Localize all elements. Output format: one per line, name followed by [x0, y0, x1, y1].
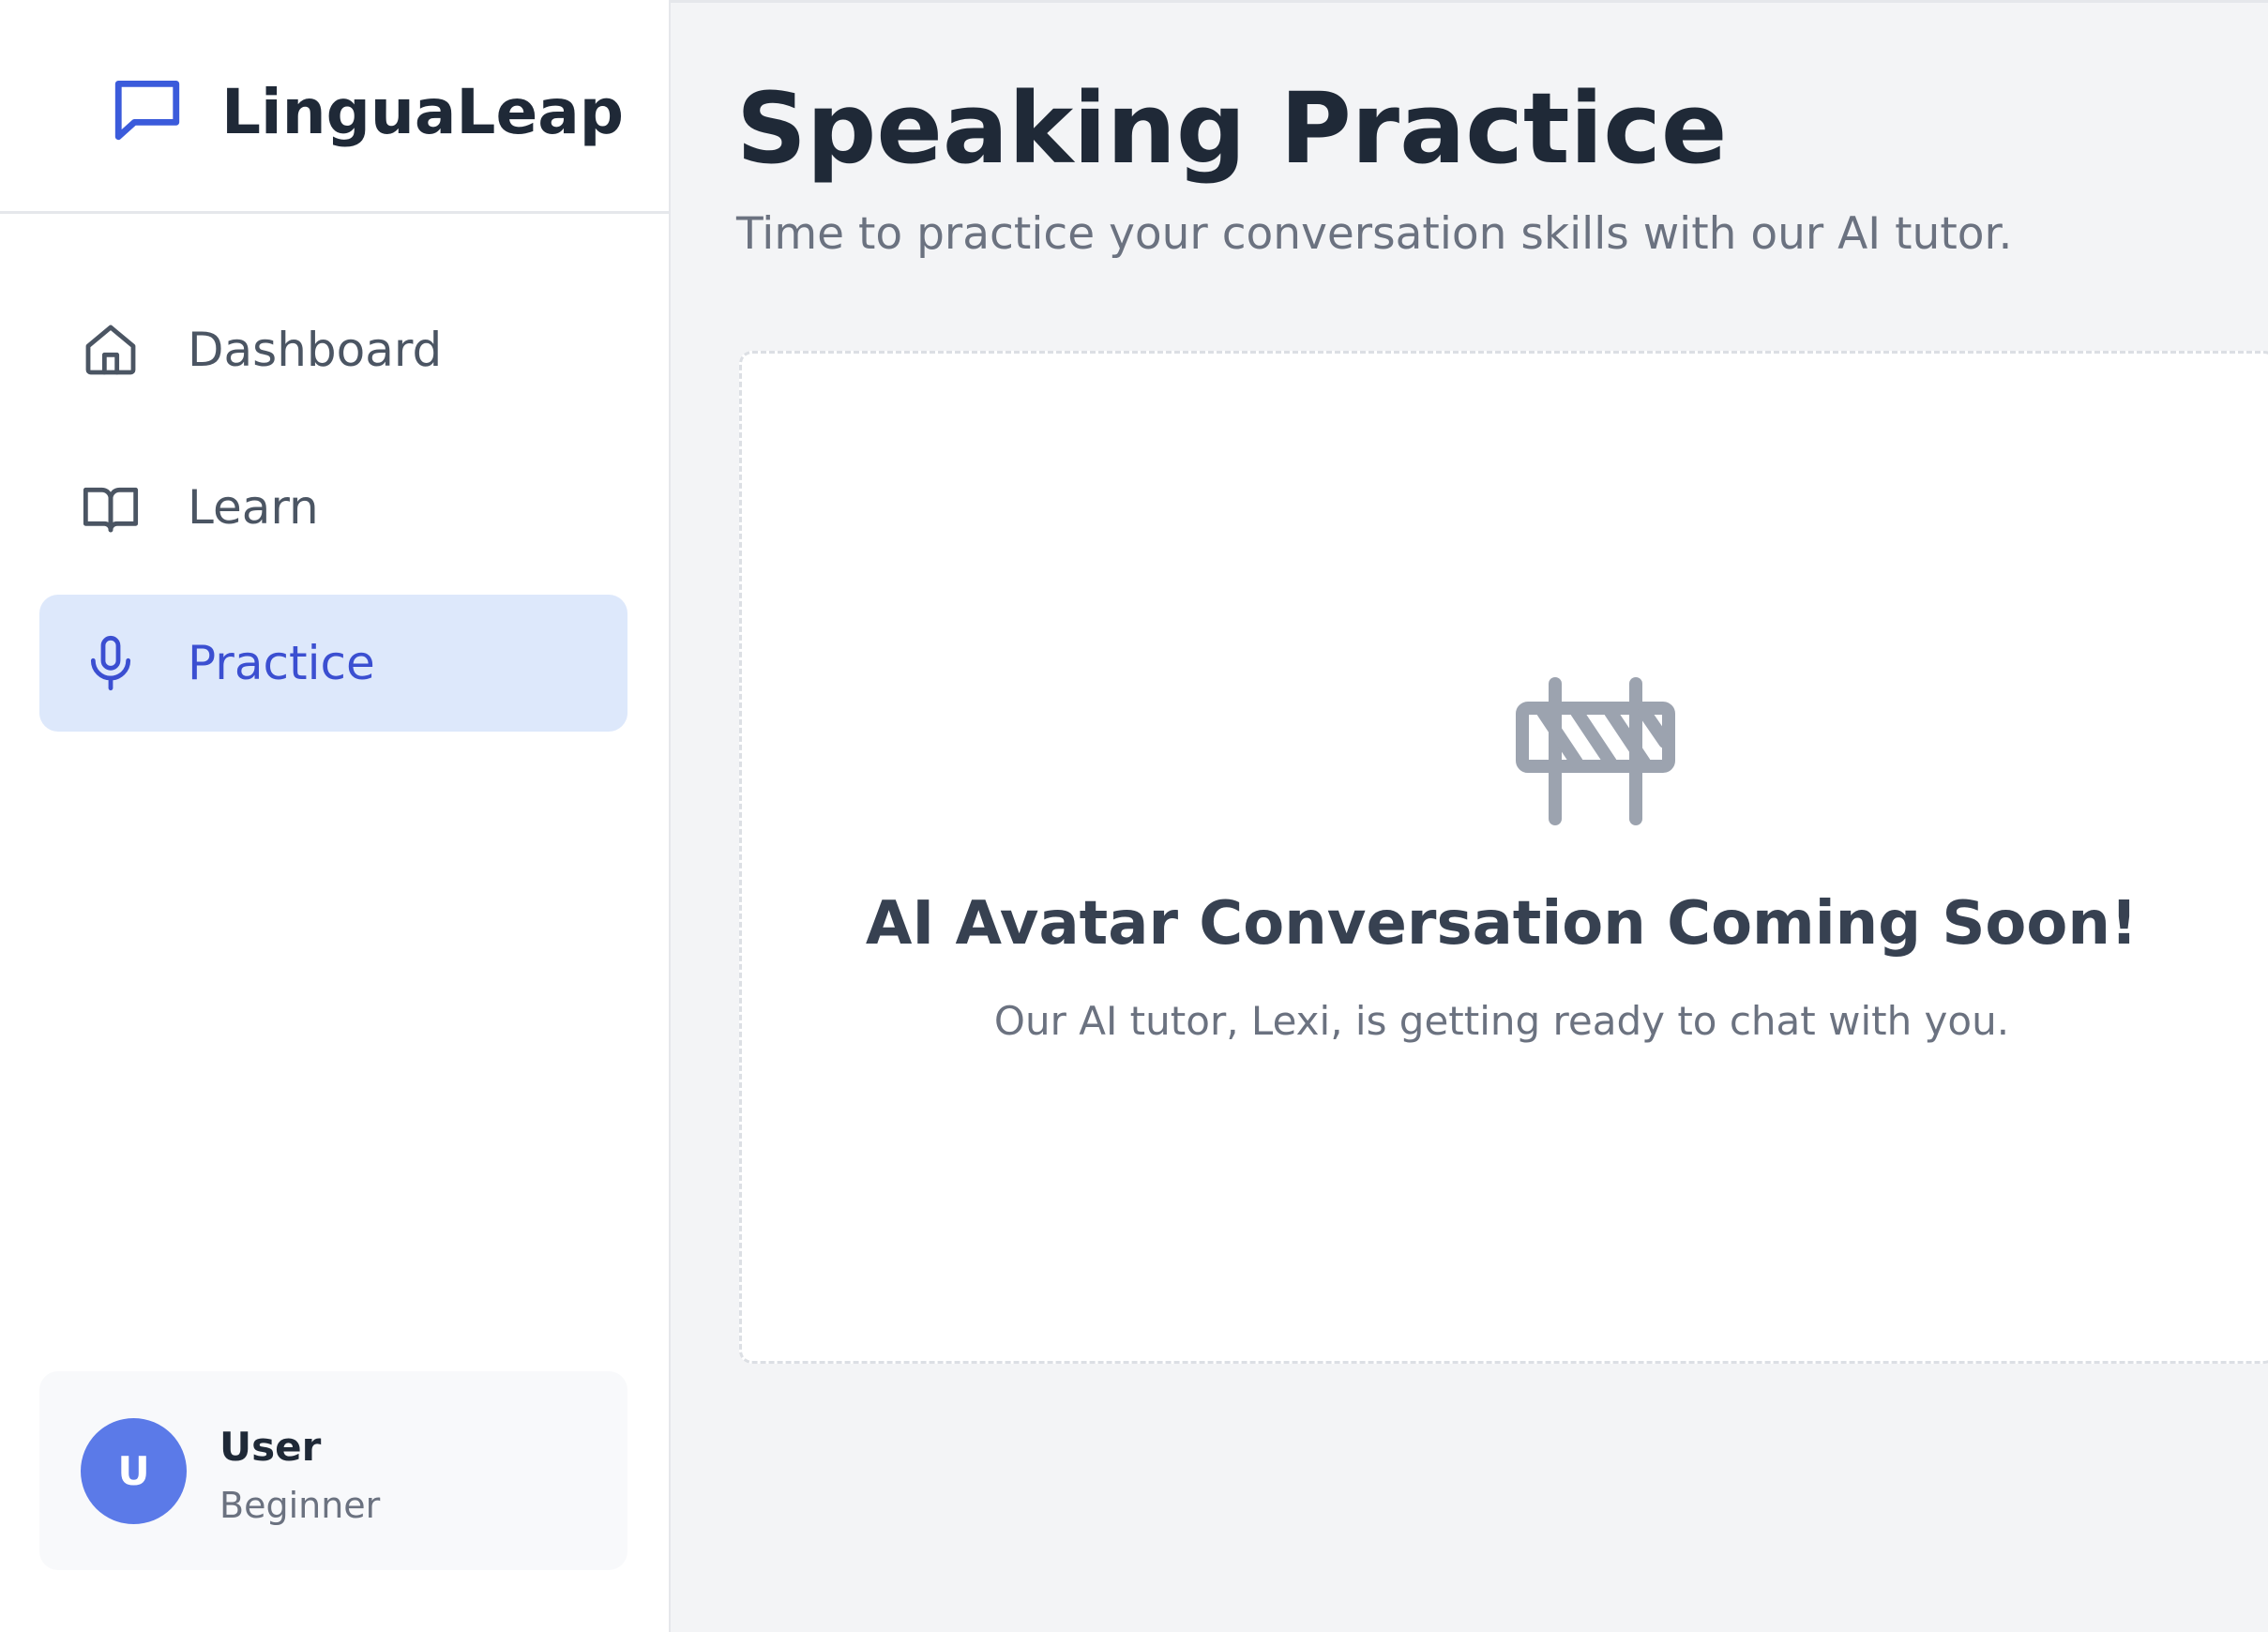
avatar[interactable]: U	[81, 1418, 187, 1524]
home-icon	[85, 325, 136, 375]
coming-soon-title: AI Avatar Conversation Coming Soon!	[865, 889, 2139, 959]
sidebar-item-dashboard[interactable]: Dashboard	[39, 281, 627, 418]
sidebar: LinguaLeap Dashboard Learn Practice U Us…	[0, 0, 671, 1632]
user-name: User	[219, 1424, 322, 1470]
app-root: LinguaLeap Dashboard Learn Practice U Us…	[0, 0, 2268, 1632]
chat-bubble-icon	[114, 80, 180, 141]
sidebar-item-label: Practice	[188, 636, 375, 690]
brand-header: LinguaLeap	[0, 0, 669, 214]
sidebar-item-practice[interactable]: Practice	[39, 595, 627, 732]
user-profile-card[interactable]: U User Beginner	[39, 1371, 627, 1570]
sidebar-item-label: Dashboard	[188, 323, 443, 377]
sidebar-item-label: Learn	[188, 480, 319, 535]
book-open-icon	[83, 487, 139, 533]
coming-soon-card: AI Avatar Conversation Coming Soon! Our …	[739, 351, 2268, 1364]
user-level: Beginner	[219, 1485, 381, 1526]
microphone-icon	[90, 635, 131, 691]
brand-name[interactable]: LinguaLeap	[221, 75, 624, 150]
coming-soon-text: Our AI tutor, Lexi, is getting ready to …	[993, 998, 2010, 1044]
construction-barrier-icon	[1516, 677, 1675, 825]
top-divider	[671, 0, 2268, 3]
sidebar-item-learn[interactable]: Learn	[39, 439, 627, 576]
main-content: Speaking Practice Time to practice your …	[671, 0, 2268, 1632]
page-subtitle: Time to practice your conversation skill…	[736, 208, 2013, 260]
page-title: Speaking Practice	[736, 71, 1728, 186]
